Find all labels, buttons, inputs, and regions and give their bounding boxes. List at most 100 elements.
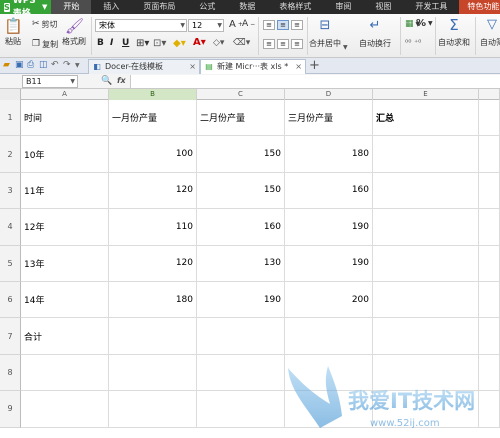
cell-b5[interactable]: 120 [109,245,197,282]
cell-e1[interactable]: 汇总 [373,100,479,137]
cell-c5[interactable]: 130 [197,245,285,282]
cell-d3[interactable]: 160 [285,172,373,210]
row-header-4[interactable]: 4 [0,209,21,246]
font-size-select[interactable]: 12 ▼ [188,19,224,32]
paste-button[interactable]: 📋 粘贴 [4,17,23,47]
doc-tab-workbook[interactable]: ▤ 新建 Micr···表 xls * × [200,59,306,74]
clear-format-icon[interactable]: ◇▾ [213,38,224,48]
cell-a6[interactable]: 14年 [21,282,109,319]
cell-d6[interactable]: 200 [285,282,373,319]
row-header-1[interactable]: 1 [0,100,21,137]
redo-icon[interactable]: ↷ [63,60,71,71]
menu-tab-page-layout[interactable]: 页面布局 [131,0,187,14]
cell-c2[interactable]: 150 [197,136,285,173]
cell-filler[interactable] [479,209,500,246]
cell-a8[interactable] [21,354,109,392]
cell-filler[interactable] [479,100,500,137]
align-right-icon[interactable]: ≡ [291,39,303,49]
undo-icon[interactable]: ↶ [51,60,59,71]
row-header-5[interactable]: 5 [0,245,21,282]
menu-tab-formulas[interactable]: 公式 [187,0,227,14]
cell-d4[interactable]: 190 [285,209,373,246]
border-icon[interactable]: ⊞▾ [136,38,149,49]
cell-b3[interactable]: 120 [109,172,197,210]
chevron-down-icon[interactable]: ▼ [75,60,80,71]
column-header-b[interactable]: B [109,89,197,100]
cell-a4[interactable]: 12年 [21,209,109,246]
cell-e2[interactable] [373,136,479,173]
column-header-a[interactable]: A [21,89,109,100]
cell-b4[interactable]: 110 [109,209,197,246]
cell-c6[interactable]: 190 [197,282,285,319]
cell-c4[interactable]: 160 [197,209,285,246]
decimal-increase-icon[interactable]: ⁰⁰ ⁺⁰ [405,38,421,47]
close-icon[interactable]: × [295,60,302,73]
cell-filler[interactable] [479,245,500,282]
cell-filler[interactable] [479,318,500,355]
menu-tab-data[interactable]: 数据 [227,0,267,14]
italic-button[interactable]: I [110,38,113,48]
cell-filler[interactable] [479,391,500,428]
cell-c9[interactable] [197,391,285,428]
menu-tab-developer[interactable]: 开发工具 [403,0,459,14]
cell-c1[interactable]: 二月份产量 [197,100,285,137]
column-header-d[interactable]: D [285,89,373,100]
cell-b7[interactable] [109,318,197,355]
wrap-text-button[interactable]: ↵ 自动换行 [359,17,391,49]
menu-tab-view[interactable]: 视图 [363,0,403,14]
name-box[interactable]: B11 ▼ [22,75,78,88]
menu-tab-home[interactable]: 开始 [51,0,92,14]
align-top-icon[interactable]: ≡ [263,20,275,30]
cell-b1[interactable]: 一月份产量 [109,100,197,137]
row-header-7[interactable]: 7 [0,318,21,355]
format-painter-button[interactable]: 🖌 格式刷 [62,17,86,47]
cell-c8[interactable] [197,354,285,392]
cell-c7[interactable] [197,318,285,355]
new-tab-icon[interactable]: + [309,59,320,72]
merge-cells-icon[interactable]: ⊡▾ [153,38,166,49]
copy-button[interactable]: ❐ 复制 [32,39,58,50]
app-menu-button[interactable]: S WPS 表格 ▼ [0,0,52,19]
formula-input[interactable] [130,75,500,88]
cell-d2[interactable]: 180 [285,136,373,173]
grow-font-icon[interactable]: A + [229,19,243,30]
eraser-icon[interactable]: ⌫▾ [233,38,250,48]
cell-b2[interactable]: 100 [109,136,197,173]
menu-tab-insert[interactable]: 插入 [91,0,131,14]
cell-a2[interactable]: 10年 [21,136,109,173]
cell-filler[interactable] [479,354,500,392]
close-icon[interactable]: × [189,60,196,73]
bold-button[interactable]: B [97,38,104,48]
cell-e6[interactable] [373,282,479,319]
cell-c3[interactable]: 150 [197,172,285,210]
shrink-font-icon[interactable]: A − [242,19,255,29]
auto-filter-button[interactable]: ▽ 自动筛 [480,16,500,48]
row-header-6[interactable]: 6 [0,282,21,319]
cell-d1[interactable]: 三月份产量 [285,100,373,137]
print-preview-icon[interactable]: ◫ [39,60,48,71]
font-name-select[interactable]: 宋体 ▼ [95,19,187,32]
cell-filler[interactable] [479,172,500,210]
font-color-icon[interactable]: A▾ [193,37,206,48]
chevron-down-icon[interactable]: ▼ [343,44,348,51]
align-bottom-icon[interactable]: ≡ [291,20,303,30]
menu-tab-review[interactable]: 审阅 [323,0,363,14]
menu-tab-table-style[interactable]: 表格样式 [267,0,323,14]
cell-d9[interactable] [285,391,373,428]
cell-d7[interactable] [285,318,373,355]
doc-tab-docer[interactable]: ◧ Docer-在线模板 × [88,59,200,74]
cell-e8[interactable] [373,354,479,392]
row-header-3[interactable]: 3 [0,172,21,210]
row-header-9[interactable]: 9 [0,391,21,428]
cell-e3[interactable] [373,172,479,210]
save-icon[interactable]: ▣ [15,60,24,71]
row-header-2[interactable]: 2 [0,136,21,173]
fill-color-icon[interactable]: ◆▾ [173,38,186,49]
cell-a5[interactable]: 13年 [21,245,109,282]
print-icon[interactable]: ⎙ [27,60,34,71]
chevron-down-icon[interactable]: ▼ [428,20,433,27]
cell-b6[interactable]: 180 [109,282,197,319]
cell-a1[interactable]: 时间 [21,100,109,137]
align-center-icon[interactable]: ≡ [277,39,289,49]
cell-e9[interactable] [373,391,479,428]
